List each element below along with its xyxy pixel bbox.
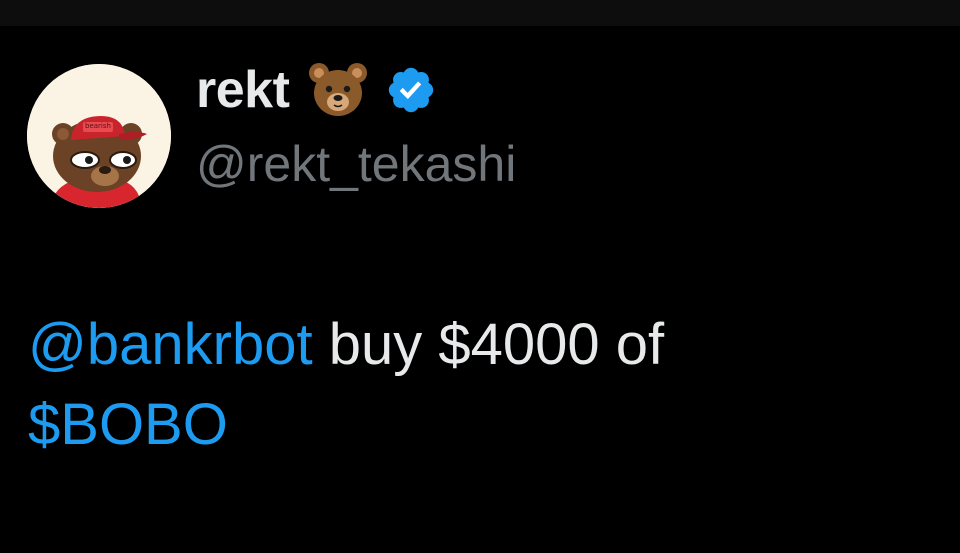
- tweet-body-text: buy $4000 of: [312, 312, 665, 377]
- top-bar: [0, 0, 960, 26]
- author-name-row[interactable]: rekt: [196, 58, 437, 122]
- avatar-cap-text: bearish: [85, 122, 111, 130]
- author-handle[interactable]: @rekt_tekashi: [196, 134, 516, 194]
- display-name[interactable]: rekt: [196, 58, 290, 122]
- mention-link[interactable]: @bankrbot: [28, 312, 313, 377]
- cashtag-link[interactable]: $BOBO: [28, 392, 228, 457]
- bear-face-emoji-icon: [307, 59, 369, 121]
- avatar[interactable]: bearish: [27, 64, 171, 208]
- bear-avatar-illustration: [27, 64, 171, 208]
- verified-badge-icon[interactable]: [385, 64, 437, 116]
- tweet-text: @bankrbot buy $4000 of $BOBO: [28, 305, 928, 465]
